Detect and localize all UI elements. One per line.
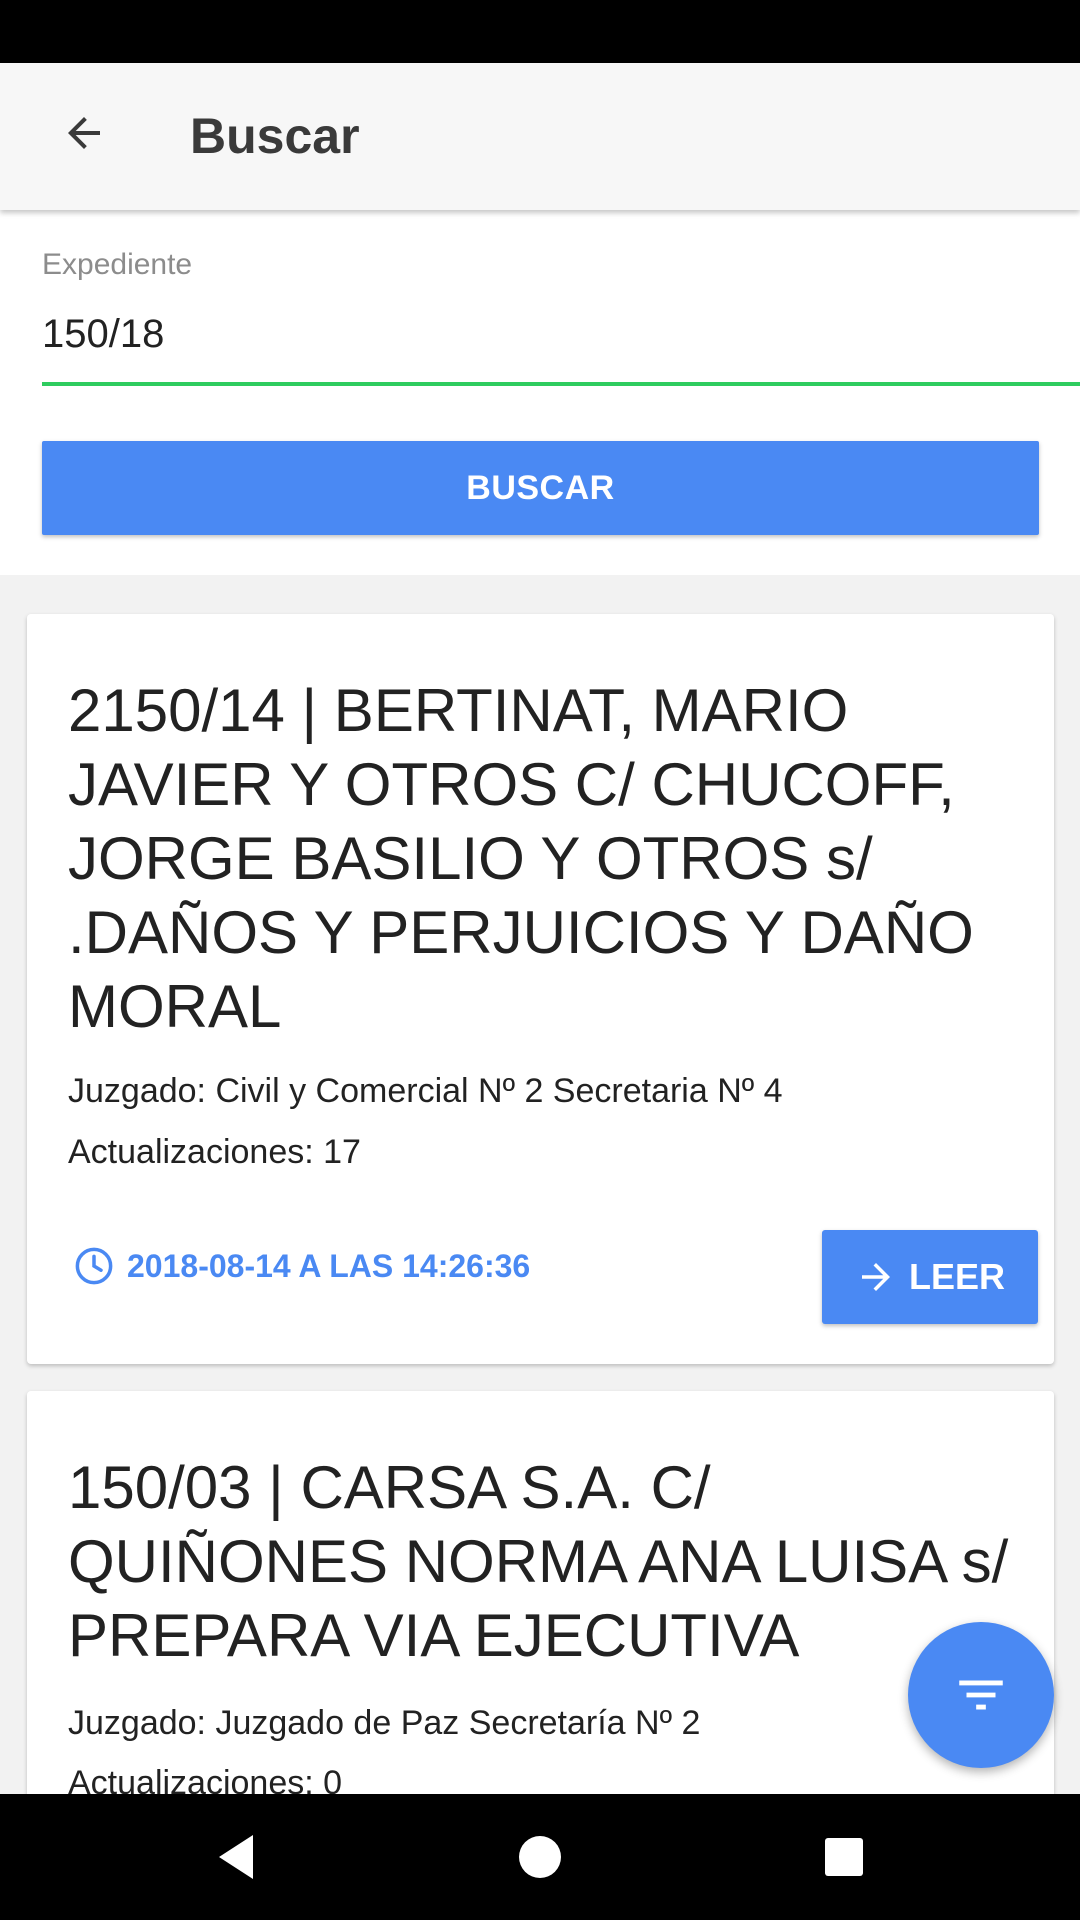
- result-card[interactable]: 150/03 | CARSA S.A. C/ QUIÑONES NORMA AN…: [27, 1391, 1054, 1794]
- nav-recents-button[interactable]: [806, 1819, 882, 1895]
- back-button[interactable]: [44, 93, 124, 173]
- arrow-back-icon: [68, 117, 100, 149]
- arrow-forward-icon: [855, 1256, 897, 1298]
- page-title: Buscar: [190, 108, 360, 164]
- card-court: Juzgado: Civil y Comercial Nº 2 Secretar…: [68, 1072, 783, 1110]
- status-bar: [0, 0, 1080, 63]
- nav-home-icon: [519, 1836, 561, 1878]
- nav-back-button[interactable]: [198, 1819, 274, 1895]
- filter-button[interactable]: [908, 1622, 1054, 1768]
- main-content: Expediente BUSCAR 2150/14 | BERTINAT, MA…: [0, 210, 1080, 1794]
- card-title: 150/03 | CARSA S.A. C/ QUIÑONES NORMA AN…: [68, 1454, 1009, 1669]
- card-court: Juzgado: Juzgado de Paz Secretaría Nº 2: [68, 1704, 701, 1742]
- expediente-label: Expediente: [42, 248, 193, 281]
- card-date: 2018-08-14 A LAS 14:26:36: [73, 1245, 530, 1287]
- card-title: 2150/14 | BERTINAT, MARIO JAVIER Y OTROS…: [68, 677, 974, 1040]
- nav-home-button[interactable]: [502, 1819, 578, 1895]
- card-date-text: 2018-08-14 A LAS 14:26:36: [127, 1247, 531, 1284]
- clock-icon: [73, 1245, 115, 1287]
- card-updates: Actualizaciones: 0: [68, 1764, 343, 1794]
- card-updates: Actualizaciones: 17: [68, 1133, 361, 1171]
- search-button[interactable]: BUSCAR: [42, 441, 1039, 535]
- read-button[interactable]: LEER: [822, 1230, 1038, 1324]
- search-form: Expediente BUSCAR: [0, 210, 1080, 575]
- expediente-input[interactable]: [42, 312, 1042, 357]
- filter-icon: [959, 1680, 1003, 1710]
- system-nav-bar: [0, 1794, 1080, 1920]
- nav-back-icon: [219, 1835, 253, 1879]
- nav-recents-icon: [825, 1838, 863, 1876]
- input-underline: [42, 382, 1080, 386]
- app-bar: Buscar: [0, 63, 1080, 210]
- result-card[interactable]: 2150/14 | BERTINAT, MARIO JAVIER Y OTROS…: [27, 614, 1054, 1364]
- read-button-label: LEER: [908, 1256, 1005, 1297]
